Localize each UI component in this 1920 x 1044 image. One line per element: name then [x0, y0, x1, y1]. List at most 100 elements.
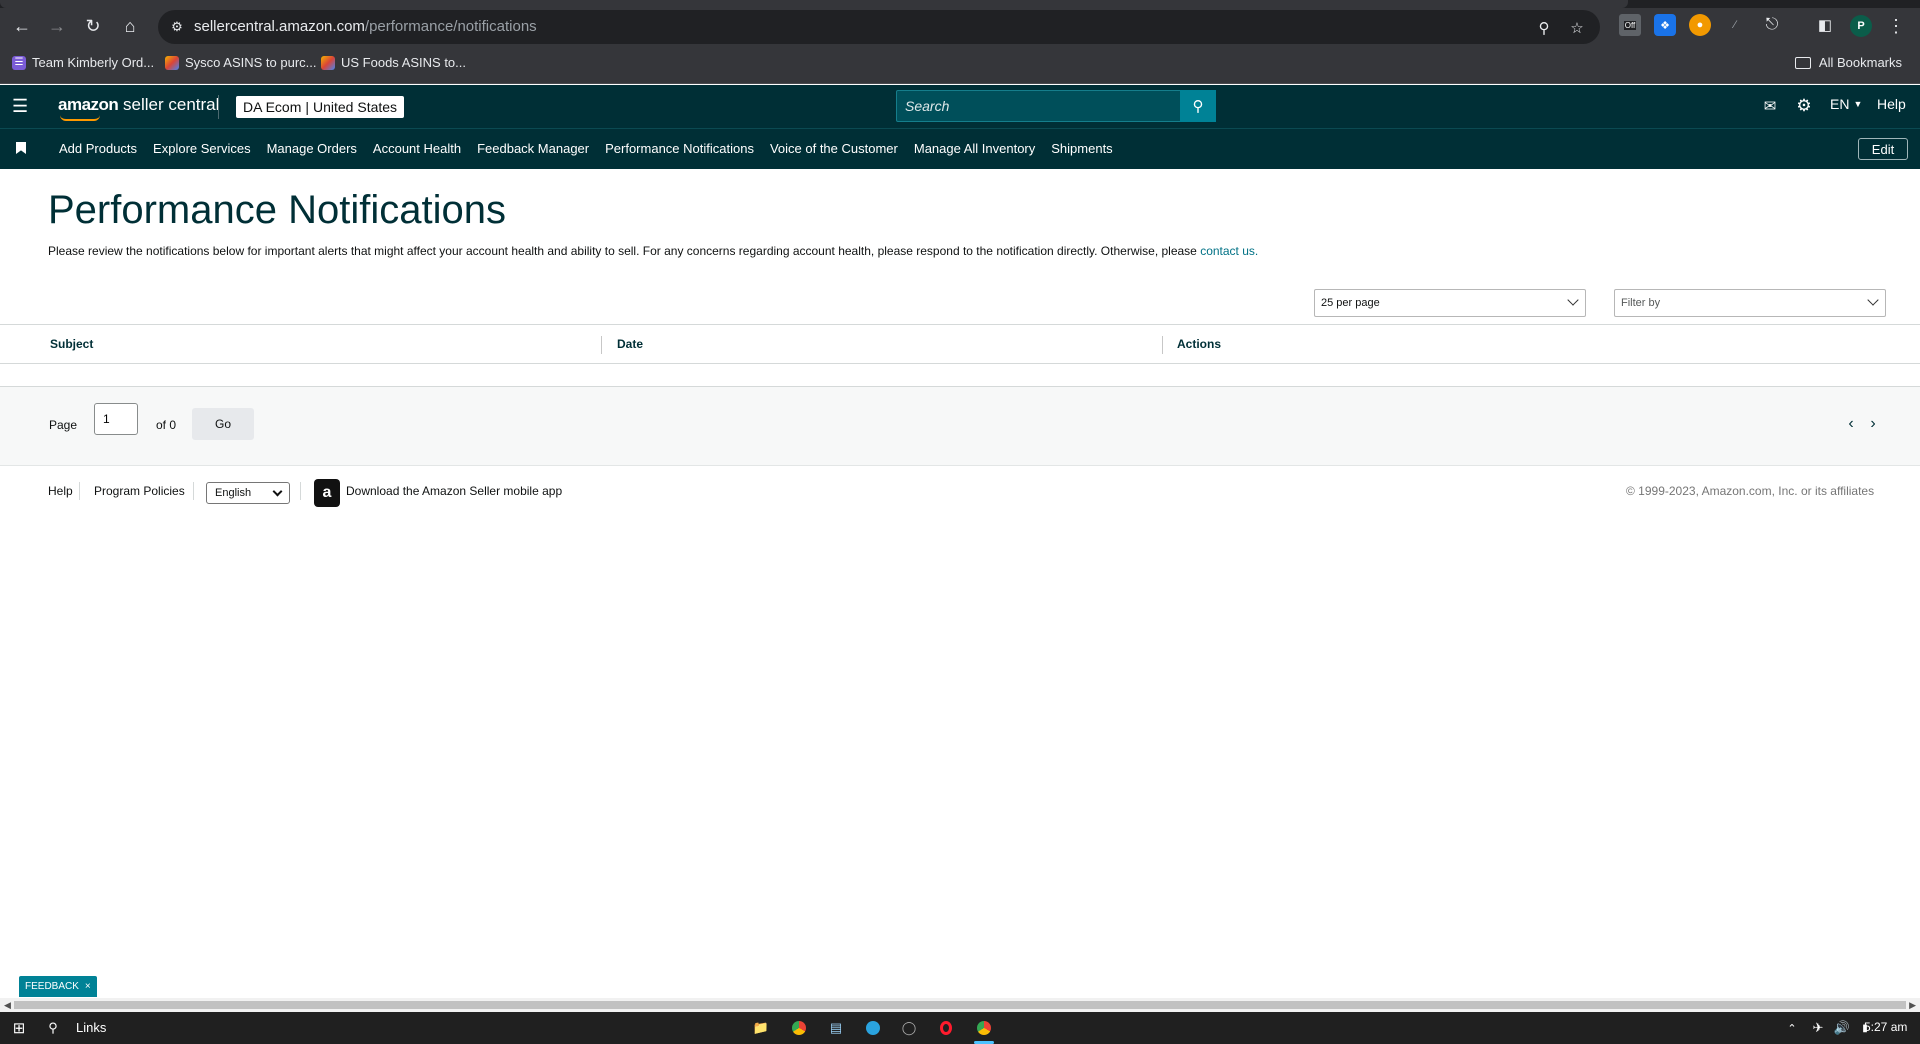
- mail-icon[interactable]: ✉: [1760, 96, 1780, 116]
- column-date[interactable]: Date: [617, 337, 643, 351]
- taskbar-search-label[interactable]: Links: [76, 1020, 106, 1035]
- logo-product: seller central: [123, 95, 220, 114]
- browser-toolbar: ← → ↻ ⌂ ⚙ sellercentral.amazon.com/perfo…: [0, 0, 1920, 44]
- amazon-app-icon[interactable]: a: [314, 479, 340, 507]
- volume-icon[interactable]: 🔊: [1833, 1019, 1851, 1037]
- extension-orange-icon[interactable]: ●: [1689, 14, 1711, 36]
- previous-page-icon[interactable]: ‹: [1844, 415, 1858, 432]
- page-description: Please review the notifications below fo…: [48, 244, 1258, 258]
- extensions-icon[interactable]: ⎋: [1761, 14, 1783, 36]
- footer-help-link[interactable]: Help: [48, 484, 73, 498]
- download-app-link[interactable]: Download the Amazon Seller mobile app: [346, 484, 562, 498]
- nav-voice-of-the-customer[interactable]: Voice of the Customer: [770, 141, 898, 156]
- column-divider: [601, 336, 602, 354]
- column-subject[interactable]: Subject: [50, 337, 93, 351]
- chevron-down-icon: [1867, 294, 1879, 306]
- notepad-icon[interactable]: ▤: [827, 1019, 845, 1037]
- close-icon[interactable]: ×: [85, 981, 91, 992]
- contact-us-link[interactable]: contact us.: [1200, 244, 1258, 258]
- page-label: Page: [49, 418, 78, 432]
- opera-icon[interactable]: [937, 1019, 955, 1037]
- url-path: /performance/notifications: [364, 18, 537, 35]
- program-policies-link[interactable]: Program Policies: [94, 484, 185, 498]
- scrollbar-thumb[interactable]: [14, 1001, 1906, 1009]
- nav-manage-orders[interactable]: Manage Orders: [267, 141, 357, 156]
- gear-icon[interactable]: ⚙: [1794, 96, 1814, 116]
- search-icon[interactable]: ⚲: [1180, 90, 1216, 122]
- page-footer: Help Program Policies English a Download…: [0, 470, 1920, 514]
- bookmark-star-icon[interactable]: ☆: [1567, 18, 1587, 38]
- bookmark-team-kimberly[interactable]: ☰ Team Kimberly Ord...: [12, 55, 154, 70]
- nav-performance-notifications[interactable]: Performance Notifications: [605, 141, 754, 156]
- account-switcher[interactable]: DA Ecom | United States: [236, 96, 405, 118]
- side-panel-icon[interactable]: ◧: [1814, 14, 1836, 36]
- all-bookmarks-button[interactable]: All Bookmarks: [1794, 55, 1902, 70]
- windows-start-icon[interactable]: ⊞: [10, 1019, 28, 1037]
- bookmark-us-foods-asins[interactable]: US Foods ASINS to...: [321, 55, 466, 70]
- seller-central-header: ☰ amazon seller central DA Ecom | United…: [0, 85, 1920, 128]
- footer-language-value: English: [215, 487, 252, 499]
- nav-manage-all-inventory[interactable]: Manage All Inventory: [914, 141, 1035, 156]
- all-bookmarks-label: All Bookmarks: [1818, 55, 1902, 70]
- profile-avatar[interactable]: P: [1850, 15, 1872, 37]
- account-separator: |: [305, 99, 309, 115]
- nav-add-products[interactable]: Add Products: [59, 141, 137, 156]
- filter-placeholder: Filter by: [1621, 297, 1661, 309]
- seller-central-logo[interactable]: amazon seller central: [58, 95, 220, 121]
- language-selector[interactable]: EN ▼: [1830, 96, 1862, 112]
- nav-feedback-manager[interactable]: Feedback Manager: [477, 141, 589, 156]
- forward-icon[interactable]: →: [43, 12, 71, 40]
- account-region: United States: [313, 99, 398, 115]
- windows-taskbar: ⊞ ⚲ Links 📁 ▤ ◯ ⌃ ✈ 🔊 ▮ 5:27 am: [0, 1012, 1920, 1044]
- bookmarks-bar: ☰ Team Kimberly Ord... Sysco ASINS to pu…: [0, 44, 1920, 84]
- app-circle-icon[interactable]: ◯: [900, 1019, 918, 1037]
- go-button[interactable]: Go: [192, 408, 254, 440]
- help-link[interactable]: Help: [1877, 96, 1906, 112]
- horizontal-scrollbar[interactable]: ◀ ▶: [0, 998, 1920, 1012]
- extension-puzzle-blue-icon[interactable]: ❖: [1654, 14, 1676, 36]
- reload-icon[interactable]: ↻: [79, 12, 107, 40]
- telegram-icon[interactable]: [864, 1019, 882, 1037]
- address-bar[interactable]: ⚙ sellercentral.amazon.com/performance/n…: [158, 10, 1600, 44]
- feedback-button[interactable]: FEEDBACK ×: [19, 976, 97, 997]
- scroll-left-icon[interactable]: ◀: [4, 1000, 11, 1011]
- next-page-icon[interactable]: ›: [1866, 415, 1880, 432]
- bookmark-sysco-asins[interactable]: Sysco ASINS to purc...: [165, 55, 317, 70]
- nav-account-health[interactable]: Account Health: [373, 141, 461, 156]
- extension-badge: Off: [1623, 20, 1637, 30]
- nav-explore-services[interactable]: Explore Services: [153, 141, 251, 156]
- active-tab[interactable]: [0, 0, 1628, 8]
- page-count-label: of 0: [156, 418, 177, 432]
- filter-select[interactable]: Filter by: [1614, 289, 1886, 317]
- extension-dark-icon[interactable]: ∕: [1724, 14, 1746, 36]
- clock-time[interactable]: 5:27 am: [1864, 1020, 1907, 1034]
- footer-language-select[interactable]: English: [206, 482, 290, 504]
- url-host: sellercentral.amazon.com: [194, 18, 365, 35]
- logo-brand: amazon: [58, 95, 119, 114]
- file-explorer-icon[interactable]: 📁: [752, 1019, 770, 1037]
- search-input[interactable]: [897, 91, 1167, 121]
- extension-off-icon[interactable]: Off: [1619, 14, 1641, 36]
- chrome-active-icon[interactable]: [975, 1019, 993, 1037]
- zoom-icon[interactable]: ⚲: [1534, 18, 1554, 38]
- hamburger-menu-icon[interactable]: ☰: [12, 97, 30, 115]
- scroll-right-icon[interactable]: ▶: [1909, 1000, 1916, 1011]
- nav-shipments[interactable]: Shipments: [1051, 141, 1112, 156]
- home-icon[interactable]: ⌂: [116, 12, 144, 40]
- url-text[interactable]: sellercentral.amazon.com/performance/not…: [194, 18, 537, 35]
- table-header: Subject Date Actions: [0, 324, 1920, 364]
- page-number-input[interactable]: [94, 403, 138, 435]
- column-divider: [1162, 336, 1163, 354]
- browser-menu-icon[interactable]: ⋮: [1887, 14, 1905, 38]
- bookmark-icon[interactable]: [16, 142, 26, 154]
- chrome-icon[interactable]: [790, 1019, 808, 1037]
- search-icon[interactable]: ⚲: [44, 1019, 62, 1037]
- back-icon[interactable]: ←: [8, 12, 36, 40]
- network-icon[interactable]: ✈: [1809, 1019, 1827, 1037]
- edit-nav-button[interactable]: Edit: [1858, 138, 1908, 160]
- per-page-select[interactable]: 25 per page: [1314, 289, 1586, 317]
- chevron-up-icon[interactable]: ⌃: [1783, 1019, 1801, 1037]
- site-settings-icon[interactable]: ⚙: [168, 18, 186, 36]
- chevron-down-icon: [1567, 294, 1579, 306]
- per-page-value: 25 per page: [1321, 297, 1380, 309]
